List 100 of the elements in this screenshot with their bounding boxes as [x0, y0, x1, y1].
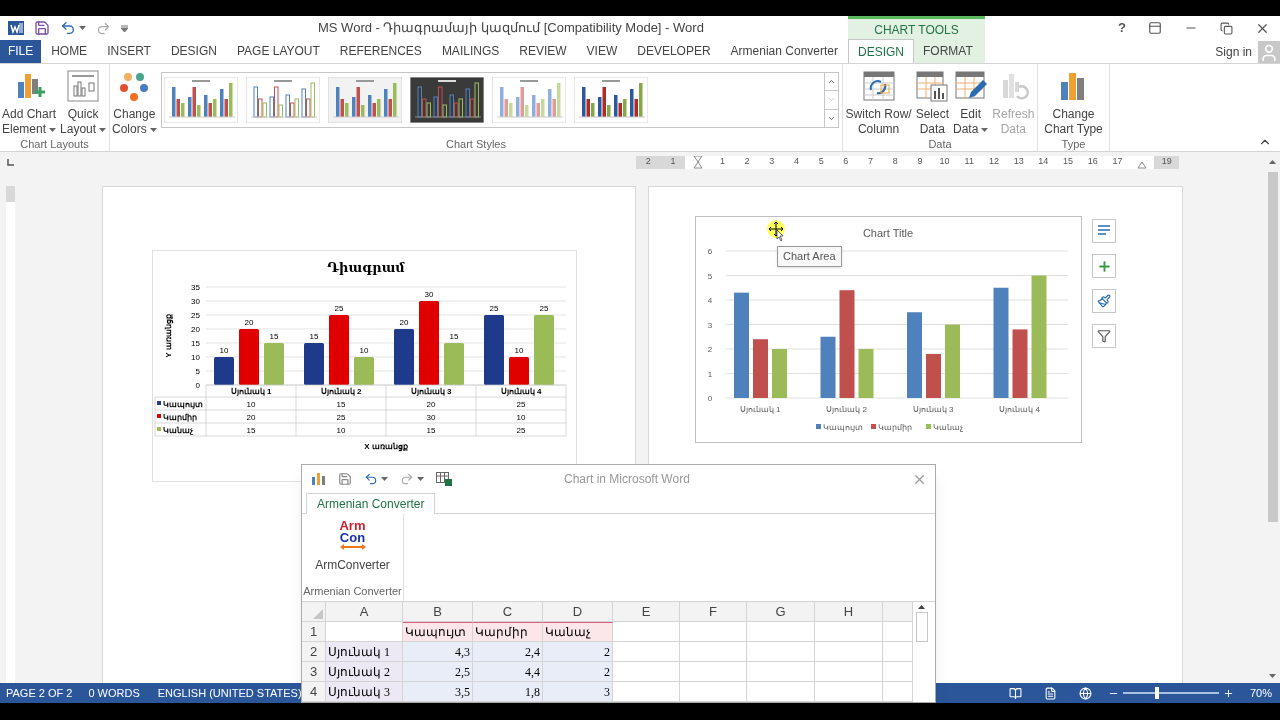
change-colors-button[interactable]: Change Colors	[110, 64, 159, 137]
table-cell: Կարմիր	[473, 622, 543, 642]
category-label: Սյունակ 4	[500, 387, 542, 396]
chart-style-option[interactable]	[573, 77, 648, 123]
select-data-button[interactable]: Select Data	[913, 64, 951, 137]
chart-layout-button[interactable]	[1092, 219, 1116, 243]
logo-text: Con	[339, 532, 366, 544]
customize-toolbar-icon[interactable]	[121, 24, 128, 32]
word-count[interactable]: 0 WORDS	[88, 684, 140, 702]
ruler-number: 1	[719, 155, 725, 169]
arrow-up-icon	[918, 605, 925, 609]
ribbon-tab[interactable]: INSERT	[97, 40, 161, 63]
table-cell	[680, 622, 747, 642]
ribbon-tab[interactable]: MAILINGS	[431, 40, 510, 63]
table-cell	[613, 662, 680, 682]
language-status[interactable]: ENGLISH (UNITED STATES)	[157, 684, 302, 702]
ribbon-display-icon[interactable]	[1148, 21, 1162, 35]
chart-style-option[interactable]	[163, 77, 238, 123]
category-label: Սյունակ 3	[410, 387, 452, 396]
page-count[interactable]: PAGE 2 OF 2	[6, 684, 73, 702]
zoom-slider-thumb[interactable]	[1154, 687, 1159, 699]
switch-row-column-button[interactable]: Switch Row/ Column	[843, 64, 914, 137]
tab-stop-icon[interactable]	[6, 157, 15, 167]
table-cell	[613, 682, 680, 702]
ribbon-tab[interactable]: REVIEW	[509, 40, 577, 63]
ribbon-tab[interactable]: DEVELOPER	[627, 40, 721, 63]
save-icon[interactable]	[338, 472, 352, 486]
bar-chart-icon	[163, 77, 238, 123]
row-header[interactable]: 4	[302, 682, 326, 702]
undo-icon[interactable]	[364, 472, 378, 486]
sign-in-link[interactable]: Sign in	[1215, 42, 1252, 61]
ribbon-tab[interactable]: FILE	[0, 40, 42, 63]
ruler-number: 2	[744, 155, 750, 169]
category-label: Սյունակ 2	[320, 387, 362, 396]
zoom-in-icon[interactable]	[1222, 687, 1234, 699]
ruler-number: 13	[1013, 155, 1024, 169]
edit-data-button[interactable]: Edit Data	[951, 64, 991, 137]
table-cell: 2	[543, 642, 613, 662]
zoom-level[interactable]: 70%	[1249, 684, 1272, 702]
chart-styles-button[interactable]	[1092, 289, 1116, 313]
column-header[interactable]: E	[613, 602, 680, 622]
ruler-number: 5	[818, 155, 824, 169]
table-cell: 2,5	[403, 662, 473, 682]
column-header[interactable]: G	[747, 602, 815, 622]
table-value: 25	[336, 413, 346, 422]
scrollbar[interactable]	[912, 602, 930, 702]
ribbon-tab[interactable]: REFERENCES	[329, 40, 432, 63]
table-swap-icon	[862, 70, 895, 102]
change-chart-type-button[interactable]: Change Chart Type	[1042, 64, 1105, 137]
ruler-number: 11	[964, 155, 974, 169]
print-layout-icon[interactable]	[1043, 686, 1057, 700]
ruler-number: 1	[670, 155, 676, 169]
ribbon-tab[interactable]: Armenian Converter	[306, 493, 436, 514]
table-cell: 3,5	[403, 682, 473, 702]
redo-icon[interactable]	[400, 472, 414, 486]
table-cell	[815, 682, 883, 702]
data-label: 25	[539, 304, 549, 313]
table-cell	[613, 622, 680, 642]
ribbon-tab[interactable]: PAGE LAYOUT	[226, 40, 330, 63]
row-header[interactable]: 2	[302, 642, 326, 662]
ribbon-tab[interactable]: DESIGN	[160, 40, 227, 63]
quick-layout-button[interactable]: Quick Layout	[58, 64, 109, 137]
ruler-number: 8	[892, 155, 898, 169]
ribbon-tab[interactable]: Armenian Converter	[720, 40, 848, 63]
chart-style-option[interactable]	[245, 77, 320, 123]
ribbon-tab[interactable]: DESIGN	[848, 39, 914, 63]
ribbon-tab[interactable]: HOME	[41, 40, 98, 63]
indent-marker-icon[interactable]	[1137, 161, 1148, 169]
table-value: 10	[516, 413, 526, 422]
ribbon-tab[interactable]: VIEW	[576, 40, 628, 63]
brush-icon	[1097, 294, 1111, 308]
bar-chart-icon	[409, 77, 484, 123]
axis-tick-label: 30	[191, 297, 200, 306]
help-button[interactable]: ?	[1118, 18, 1126, 38]
armconverter-button[interactable]: Arm Con ArmConverter	[315, 514, 390, 574]
table-cell	[613, 642, 680, 662]
row-header[interactable]: 1	[302, 622, 326, 642]
add-chart-element-button[interactable]: Add Chart Element	[0, 64, 59, 137]
table-cell	[747, 682, 815, 702]
row-header[interactable]: 3	[302, 662, 326, 682]
redo-icon[interactable]	[96, 20, 111, 36]
undo-icon[interactable]	[60, 20, 76, 36]
chart-style-option[interactable]	[409, 77, 484, 123]
spreadsheet-icon[interactable]	[436, 472, 452, 486]
read-mode-icon[interactable]	[1008, 686, 1022, 700]
axis-tick-label: 0	[195, 381, 200, 390]
context-group-label: CHART TOOLS	[874, 21, 959, 39]
column-header[interactable]: F	[680, 602, 747, 622]
data-label: 25	[334, 304, 344, 313]
restore-icon[interactable]	[1220, 21, 1233, 35]
save-icon[interactable]	[34, 20, 50, 36]
filter-button[interactable]	[1092, 324, 1116, 348]
add-element-button[interactable]	[1092, 254, 1116, 278]
scrollbar-thumb[interactable]	[915, 612, 928, 642]
web-layout-icon[interactable]	[1078, 686, 1092, 700]
data-label: 15	[449, 332, 459, 341]
ribbon-tab[interactable]: FORMAT	[914, 39, 982, 63]
axis-tick-label: 5	[195, 367, 200, 376]
column-header[interactable]: H	[815, 602, 883, 622]
chart-style-option[interactable]	[327, 77, 402, 123]
